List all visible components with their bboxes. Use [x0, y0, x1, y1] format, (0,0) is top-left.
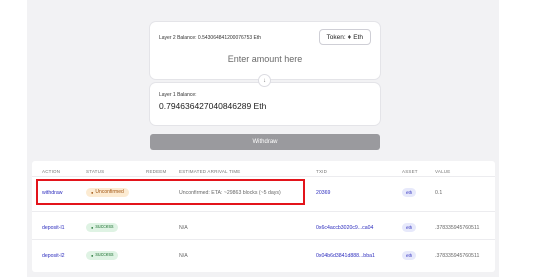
txid-link[interactable]: 0x6c4accb3020c9...ca04 [316, 225, 373, 231]
asset-badge: eth [402, 223, 417, 232]
token-select-button[interactable]: Token: ♦ Eth [318, 29, 371, 45]
dot-icon: ● [91, 253, 94, 258]
header-asset: ASSET [402, 169, 418, 174]
dot-icon: ● [91, 225, 94, 230]
ethereum-diamond-icon: ♦ [347, 33, 352, 41]
layer2-card: Layer 2 Balance: 0.543064841200076753 Et… [150, 22, 380, 79]
header-value: VALUE [435, 169, 451, 174]
eta-text: N/A [179, 253, 188, 259]
status-text: success [95, 252, 114, 258]
status-badge: ● success [86, 251, 119, 260]
highlight-box [36, 179, 305, 205]
layer1-balance-value: 0.794636427040846289 Eth [159, 101, 267, 111]
asset-badge: eth [402, 188, 417, 197]
eta-text: N/A [179, 225, 188, 231]
layer1-label: Layer 1 Balance: [159, 92, 197, 98]
value-text: .378335945760511 [435, 253, 480, 259]
value-text: 0.1 [435, 190, 443, 196]
header-redeem: REDEEM [146, 169, 167, 174]
action-link[interactable]: deposit-l2 [42, 253, 65, 259]
txid-link[interactable]: 0x04b6d3841d888...bba1 [316, 253, 375, 259]
withdraw-button[interactable]: Withdraw [150, 134, 380, 150]
amount-input[interactable] [180, 52, 350, 66]
transactions-table: ACTION STATUS REDEEM ESTIMATED ARRIVAL T… [32, 161, 495, 272]
header-txid: TXID [316, 169, 328, 174]
token-label: Token: [326, 33, 346, 41]
header-status: STATUS [86, 169, 105, 174]
layer2-balance-text: Layer 2 Balance: 0.543064841200076753 Et… [159, 35, 262, 41]
header-eta: ESTIMATED ARRIVAL TIME [179, 169, 241, 174]
layer1-card: Layer 1 Balance: 0.794636427040846289 Et… [150, 83, 380, 125]
arrow-down-icon: ↓ [258, 74, 271, 87]
txid-link[interactable]: 20369 [316, 190, 330, 196]
value-text: .378335945760511 [435, 225, 480, 231]
action-link[interactable]: deposit-l1 [42, 225, 65, 231]
status-badge: ● success [86, 223, 119, 232]
asset-badge: eth [402, 251, 417, 260]
token-symbol: Eth [353, 33, 363, 41]
header-action: ACTION [42, 169, 61, 174]
status-text: success [95, 224, 114, 230]
table-row: deposit-l2 ● success N/A 0x04b6d3841d888.… [32, 239, 495, 274]
